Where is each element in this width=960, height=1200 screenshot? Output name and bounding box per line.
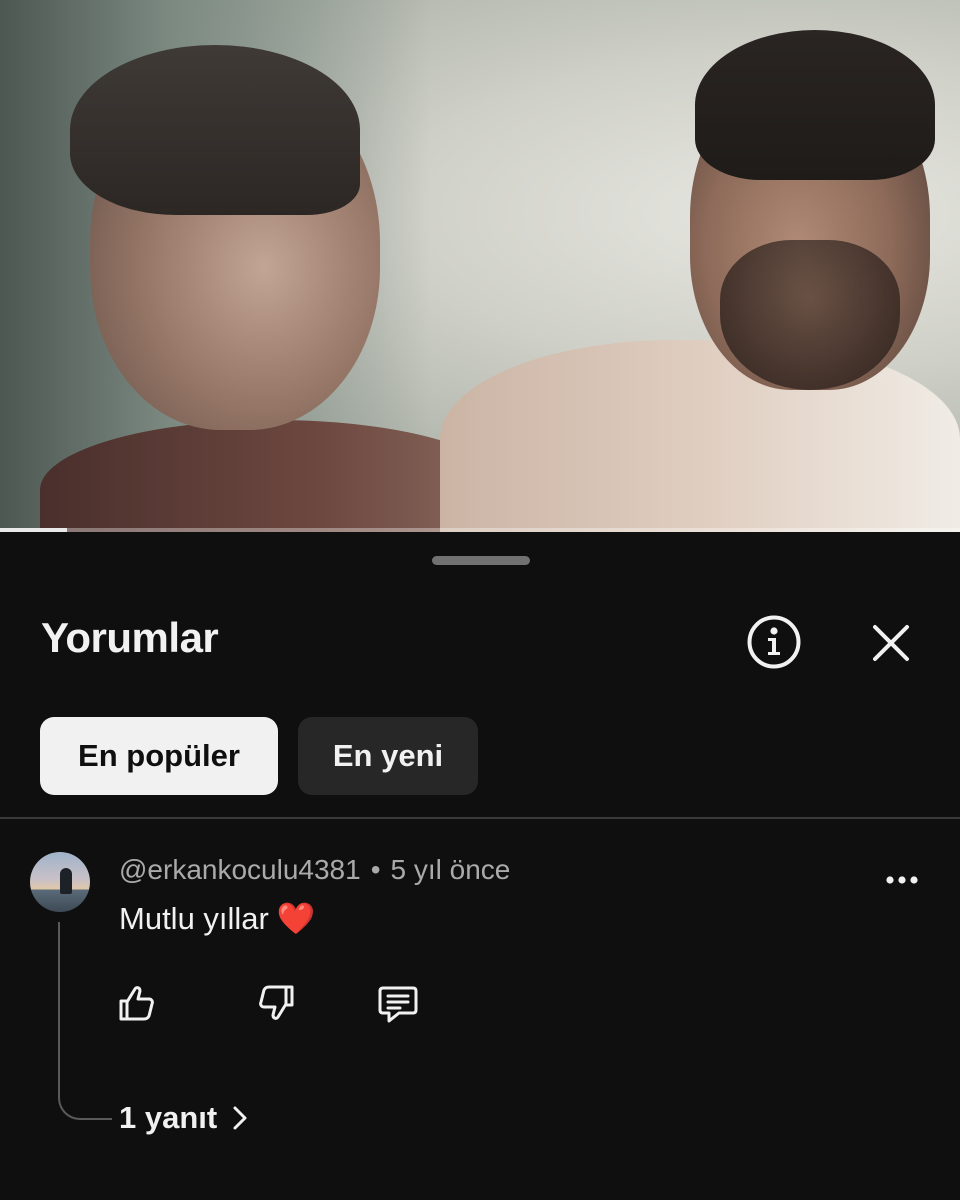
close-icon [873, 625, 909, 661]
video-person-right-hair [695, 30, 935, 180]
meta-separator: • [370, 854, 381, 885]
avatar[interactable] [30, 852, 90, 912]
comments-title: Yorumlar [41, 614, 219, 661]
thumbs-up-icon [119, 986, 154, 1021]
comment-reply-icon [378, 986, 418, 1023]
comment-timestamp: 5 yıl önce [390, 854, 511, 885]
video-person-right-beard [720, 240, 900, 390]
close-button[interactable] [858, 610, 924, 676]
video-progress-fill [0, 528, 68, 532]
reply-thread-line [58, 922, 112, 1120]
info-circle-icon [747, 615, 801, 669]
thumbs-down-icon [259, 985, 294, 1020]
heart-emoji: ❤️ [276, 901, 316, 936]
sort-chip-newest[interactable]: En yeni [298, 717, 478, 795]
comment-body: Mutlu yıllar [119, 901, 269, 936]
comments-sheet: Yorumlar En popüler En yeni @erkankoculu… [0, 534, 960, 1200]
dislike-button[interactable] [251, 978, 301, 1028]
sort-chip-popular[interactable]: En popüler [40, 717, 278, 795]
more-options-icon [886, 876, 918, 884]
reply-button[interactable] [373, 978, 423, 1028]
chevron-right-icon [233, 1106, 247, 1130]
sheet-drag-handle[interactable] [432, 556, 530, 565]
video-progress-bar[interactable] [0, 528, 960, 532]
video-person-left-hair [70, 45, 360, 215]
section-divider [0, 817, 960, 819]
comment-text: Mutlu yıllar ❤️ [119, 900, 315, 937]
comment-meta: @erkankoculu4381 • 5 yıl önce [119, 854, 510, 886]
replies-count-label: 1 yanıt [119, 1100, 218, 1135]
view-replies-button[interactable]: 1 yanıt [119, 1100, 249, 1136]
info-button[interactable] [742, 610, 806, 674]
avatar-figure [60, 868, 72, 894]
comment-more-button[interactable] [874, 860, 930, 900]
like-button[interactable] [112, 978, 162, 1028]
video-player[interactable] [0, 0, 960, 532]
comment-author[interactable]: @erkankoculu4381 [119, 854, 361, 885]
